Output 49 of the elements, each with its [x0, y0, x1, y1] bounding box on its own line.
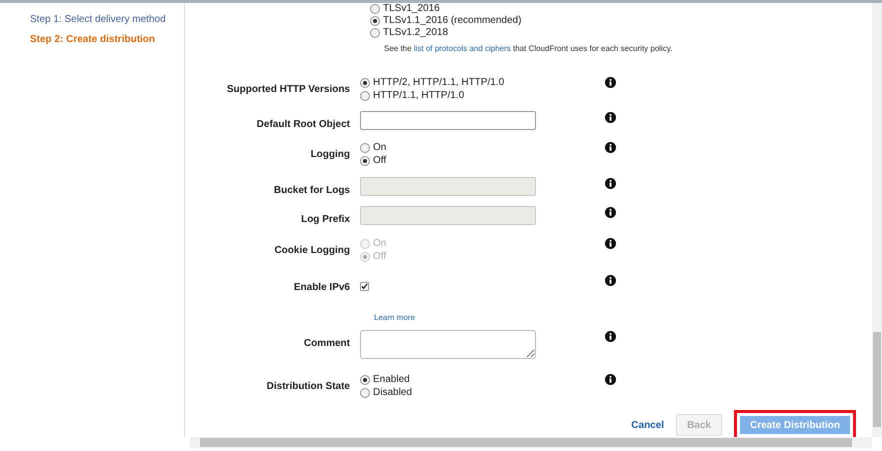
radio-button[interactable] — [360, 78, 370, 88]
radio-label: Enabled — [373, 373, 410, 386]
radio-button[interactable] — [370, 4, 380, 14]
radio-label: Off — [373, 250, 386, 263]
cancel-link[interactable]: Cancel — [631, 418, 664, 432]
field-label: Distribution State — [266, 381, 350, 392]
info-icon[interactable] — [605, 331, 616, 342]
radio-button[interactable] — [360, 388, 370, 398]
radio-label: On — [373, 237, 386, 250]
radio-button[interactable] — [370, 16, 380, 26]
text-field[interactable] — [360, 111, 536, 130]
field-label: Supported HTTP Versions — [226, 84, 350, 95]
radio-label: On — [373, 141, 386, 154]
info-icon[interactable] — [605, 112, 616, 123]
checkbox[interactable] — [360, 282, 369, 291]
policy-note: See the list of protocols and ciphers that CloudFront uses for each security policy. — [384, 43, 674, 54]
info-icon[interactable] — [605, 374, 616, 385]
field-label: Bucket for Logs — [274, 185, 350, 196]
radio-label: Disabled — [373, 386, 412, 399]
info-icon[interactable] — [605, 275, 616, 286]
radio-button[interactable] — [360, 374, 370, 384]
radio-label: HTTP/1.1, HTTP/1.0 — [373, 89, 464, 102]
radio-button[interactable] — [360, 156, 370, 166]
step-link[interactable]: Step 2: Create distribution — [30, 32, 184, 47]
radio-label: Off — [373, 154, 386, 167]
field-label: Default Root Object — [256, 119, 350, 130]
field-label: Comment — [304, 338, 350, 349]
info-icon[interactable] — [605, 238, 616, 249]
radio-label: TLSv1.1_2016 (recommended) — [383, 15, 522, 27]
learn-more-link[interactable]: Learn more — [374, 313, 415, 322]
radio-label: TLSv1.2_2018 — [383, 27, 448, 39]
info-icon[interactable] — [605, 207, 616, 218]
radio-label: TLSv1_2016 — [383, 3, 440, 15]
info-icon[interactable] — [605, 142, 616, 153]
field-label: Logging — [310, 149, 350, 160]
info-icon[interactable] — [605, 77, 616, 88]
protocols-link[interactable]: list of protocols and ciphers — [414, 44, 511, 53]
field-label: Log Prefix — [301, 214, 350, 225]
radio-button[interactable] — [360, 90, 370, 100]
radio-button[interactable] — [360, 142, 370, 152]
comment-field[interactable] — [360, 330, 536, 359]
radio-button[interactable] — [370, 28, 380, 38]
radio-label: HTTP/2, HTTP/1.1, HTTP/1.0 — [373, 76, 504, 89]
step-link[interactable]: Step 1: Select delivery method — [30, 12, 184, 27]
field-label: Enable IPv6 — [294, 282, 350, 293]
field-label: Cookie Logging — [274, 245, 350, 256]
vertical-scrollbar[interactable] — [872, 3, 882, 437]
horizontal-scrollbar[interactable] — [190, 437, 872, 448]
info-icon[interactable] — [605, 178, 616, 189]
